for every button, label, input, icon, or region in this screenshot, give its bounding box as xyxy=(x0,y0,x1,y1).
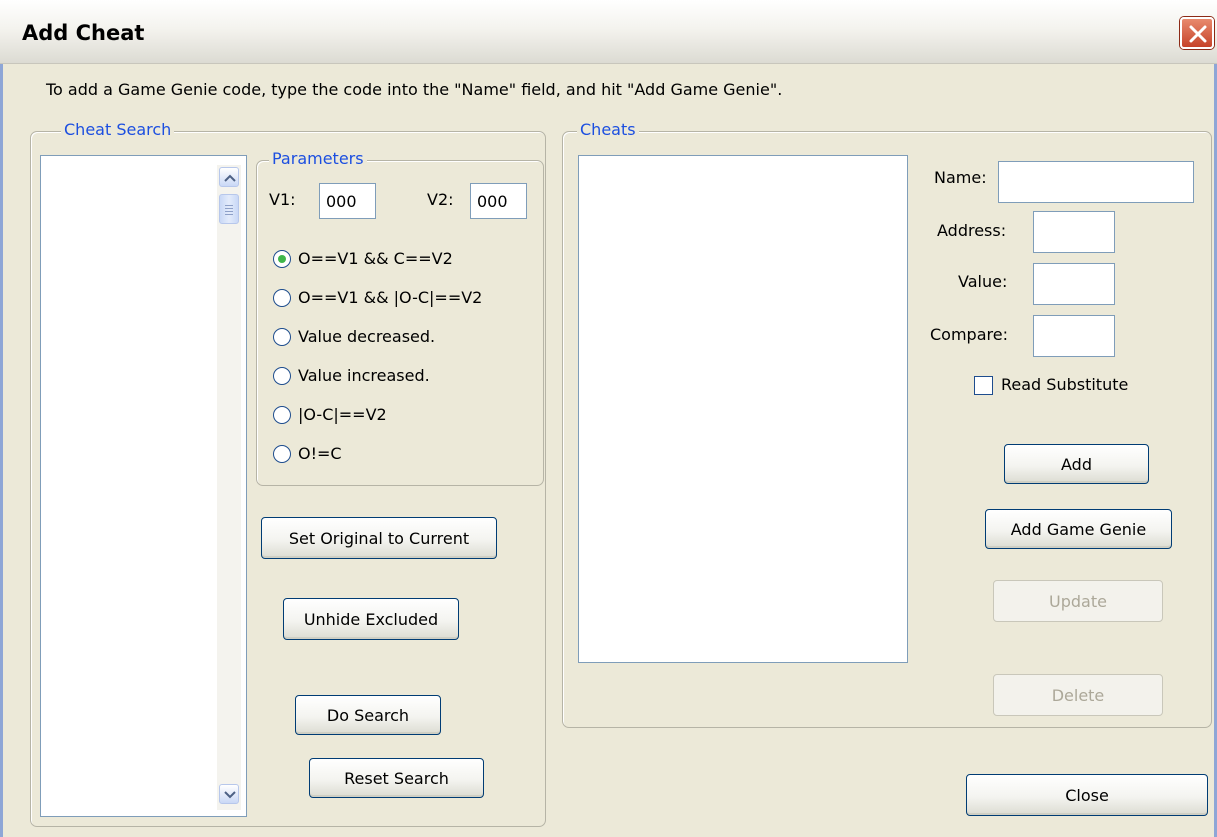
search-option-4[interactable]: |O-C|==V2 xyxy=(273,404,493,428)
update-button[interactable]: Update xyxy=(993,580,1163,622)
search-option-label: O==V1 && |O-C|==V2 xyxy=(298,288,483,307)
search-option-label: Value increased. xyxy=(298,366,430,385)
value-input[interactable] xyxy=(1033,263,1115,305)
name-label: Name: xyxy=(934,168,987,187)
search-option-label: O==V1 && C==V2 xyxy=(298,249,453,268)
add-button[interactable]: Add xyxy=(1004,444,1149,484)
radio-button[interactable] xyxy=(273,367,291,385)
do-search-button[interactable]: Do Search xyxy=(295,695,441,735)
search-results-list[interactable] xyxy=(40,155,247,817)
search-option-1[interactable]: O==V1 && |O-C|==V2 xyxy=(273,287,533,311)
cheat-search-legend: Cheat Search xyxy=(61,120,175,139)
chevron-down-icon xyxy=(224,791,236,799)
search-option-5[interactable]: O!=C xyxy=(273,443,493,467)
search-option-label: |O-C|==V2 xyxy=(298,405,387,424)
cheats-legend: Cheats xyxy=(577,120,639,139)
search-results-scrollbar[interactable] xyxy=(217,165,241,810)
scroll-down-button[interactable] xyxy=(219,784,239,804)
close-icon xyxy=(1189,25,1207,43)
instructions-text: To add a Game Genie code, type the code … xyxy=(46,80,783,99)
v2-label: V2: xyxy=(427,190,454,209)
radio-button[interactable] xyxy=(273,289,291,307)
set-original-to-current-button[interactable]: Set Original to Current xyxy=(261,517,497,559)
address-label: Address: xyxy=(937,221,1007,240)
window-title: Add Cheat xyxy=(22,21,145,45)
search-option-0[interactable]: O==V1 && C==V2 xyxy=(273,248,493,272)
close-button[interactable]: Close xyxy=(966,774,1208,816)
v2-input[interactable] xyxy=(470,183,527,219)
name-input[interactable] xyxy=(998,161,1194,203)
radio-button[interactable] xyxy=(273,250,291,268)
v1-label: V1: xyxy=(269,190,296,209)
chevron-up-icon xyxy=(224,174,236,182)
reset-search-button[interactable]: Reset Search xyxy=(309,758,484,798)
radio-button[interactable] xyxy=(273,445,291,463)
value-label: Value: xyxy=(958,272,1008,291)
close-window-button[interactable] xyxy=(1180,17,1214,49)
address-input[interactable] xyxy=(1033,211,1115,253)
add-game-genie-button[interactable]: Add Game Genie xyxy=(985,509,1172,549)
radio-selected-dot xyxy=(278,255,286,263)
title-bar[interactable] xyxy=(0,0,1217,64)
read-substitute-checkbox[interactable] xyxy=(974,376,993,395)
cheats-list[interactable] xyxy=(578,155,908,663)
radio-button[interactable] xyxy=(273,406,291,424)
unhide-excluded-button[interactable]: Unhide Excluded xyxy=(283,598,459,640)
compare-input[interactable] xyxy=(1033,315,1115,357)
radio-button[interactable] xyxy=(273,328,291,346)
scroll-thumb[interactable] xyxy=(219,194,239,224)
delete-button[interactable]: Delete xyxy=(993,674,1163,716)
search-option-label: O!=C xyxy=(298,444,342,463)
compare-label: Compare: xyxy=(930,325,1008,344)
scroll-up-button[interactable] xyxy=(219,167,239,187)
parameters-legend: Parameters xyxy=(269,149,367,168)
read-substitute-label: Read Substitute xyxy=(1001,375,1129,394)
search-option-3[interactable]: Value increased. xyxy=(273,365,493,389)
v1-input[interactable] xyxy=(319,183,376,219)
search-option-2[interactable]: Value decreased. xyxy=(273,326,493,350)
search-option-label: Value decreased. xyxy=(298,327,436,346)
read-substitute-option[interactable]: Read Substitute xyxy=(974,372,1164,400)
